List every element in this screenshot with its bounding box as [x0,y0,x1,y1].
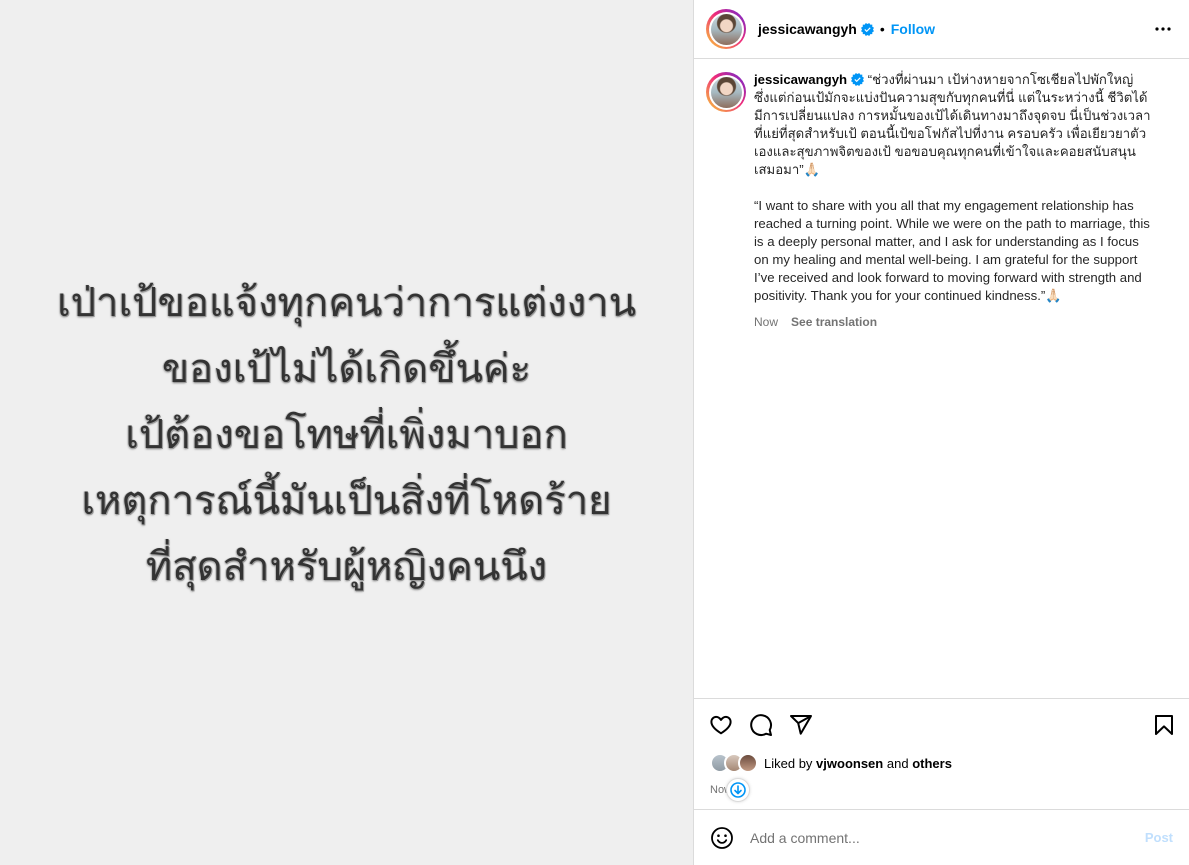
post-image-line: เป่าเป้ขอแจ้งทุกคนว่าการแต่งงาน [56,279,637,326]
caption-avatar[interactable] [706,72,746,112]
avatar [738,753,758,773]
caption: jessicawangyh “ช่วงที่ผ่านมา เป้ห่างหายจ… [706,71,1173,331]
liker-avatars[interactable] [710,753,760,773]
instagram-post-modal: เป่าเป้ขอแจ้งทุกคนว่าการแต่งงาน ของเป้ไม… [0,0,1189,865]
caption-thai-text: “ช่วงที่ผ่านมา เป้ห่างหายจากโซเชียลไปพัก… [754,72,1151,177]
arrow-down-icon[interactable] [726,778,750,802]
likes-text: Liked by vjwoonsen and others [764,756,952,771]
timestamp-row: Now [694,776,1189,804]
post-image-line: เหตุการณ์นี้มันเป็นสิ่งที่โหดร้าย [81,477,612,524]
caption-username[interactable]: jessicawangyh [754,72,847,87]
post-image-line: ที่สุดสำหรับผู้หญิงคนนึง [145,543,548,590]
more-options-icon[interactable] [1151,17,1175,41]
header-username[interactable]: jessicawangyh [758,21,857,37]
post-image-line: เป้ต้องขอโทษที่เพิ่งมาบอก [125,411,568,458]
caption-time: Now [754,315,779,329]
emoji-icon[interactable] [710,826,734,850]
caption-body: jessicawangyh “ช่วงที่ผ่านมา เป้ห่างหายจ… [754,71,1152,331]
heart-icon[interactable] [708,712,734,738]
caption-english-text: “I want to share with you all that my en… [754,198,1154,303]
see-translation-link[interactable]: See translation [791,313,877,331]
post-image-text: เป่าเป้ขอแจ้งทุกคนว่าการแต่งงาน ของเป้ไม… [57,270,636,600]
action-bar [694,698,1189,750]
post-side-panel: jessicawangyh • Follow jessicawangyh “ช่… [693,0,1189,865]
likes-others-link[interactable]: others [912,756,952,771]
post-image-line: ของเป้ไม่ได้เกิดขึ้นค่ะ [161,345,532,392]
avatar-image [710,13,742,45]
header-separator: • [879,21,885,37]
verified-badge-icon [851,73,865,86]
verified-badge-icon [860,22,874,36]
bookmark-icon[interactable] [1151,712,1177,738]
add-comment-bar: Post [694,809,1189,865]
paper-plane-icon[interactable] [788,712,814,738]
likes-prefix: Liked by [764,755,813,771]
avatar[interactable] [706,9,746,49]
caption-meta: Now See translation [754,313,1152,331]
likes-connector: and [886,755,909,771]
liker-username[interactable]: vjwoonsen [816,756,883,771]
caption-area: jessicawangyh “ช่วงที่ผ่านมา เป้ห่างหายจ… [694,59,1189,698]
follow-button[interactable]: Follow [891,21,935,37]
post-comment-button[interactable]: Post [1145,830,1173,845]
likes-row: Liked by vjwoonsen and others [694,750,1189,776]
comment-input[interactable] [750,829,1137,846]
post-header: jessicawangyh • Follow [694,0,1189,59]
post-image[interactable]: เป่าเป้ขอแจ้งทุกคนว่าการแต่งงาน ของเป้ไม… [0,0,693,865]
comment-icon[interactable] [748,712,774,738]
